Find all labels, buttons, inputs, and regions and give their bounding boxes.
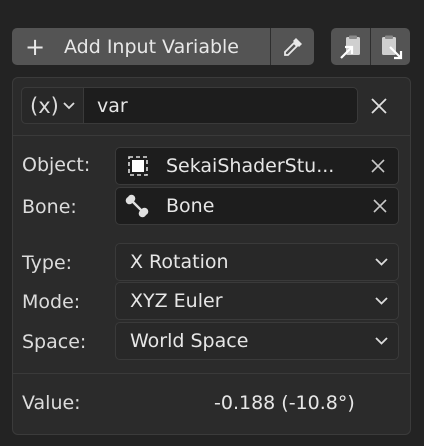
bone-label: Bone: xyxy=(22,196,77,218)
add-input-variable-label: Add Input Variable xyxy=(64,35,239,58)
plus-icon: + xyxy=(24,32,46,61)
chevron-down-icon xyxy=(375,258,388,266)
type-label: Type: xyxy=(22,252,73,274)
object-field[interactable]: SekaiShaderStu... xyxy=(115,147,399,185)
eyedropper-icon xyxy=(283,37,302,56)
chevron-down-icon xyxy=(375,337,388,345)
copy-variables-button[interactable] xyxy=(331,28,371,65)
clear-bone-button[interactable] xyxy=(368,194,392,218)
mode-dropdown[interactable]: XYZ Euler xyxy=(115,282,399,320)
copy-variables-icon xyxy=(339,35,360,59)
type-value: X Rotation xyxy=(130,251,229,273)
paste-variables-icon xyxy=(381,35,402,59)
chevron-down-icon xyxy=(63,101,75,109)
bone-value: Bone xyxy=(166,195,215,217)
remove-variable-button[interactable] xyxy=(366,93,392,119)
space-value: World Space xyxy=(130,330,249,352)
space-label: Space: xyxy=(22,331,87,353)
value-label: Value: xyxy=(22,392,81,414)
value-readout: -0.188 (-10.8°) xyxy=(214,392,355,414)
variable-name-input[interactable]: var xyxy=(85,88,357,123)
mode-value: XYZ Euler xyxy=(130,290,223,312)
object-icon xyxy=(128,156,148,176)
bone-icon xyxy=(125,194,149,218)
variable-type-glyph: (x) xyxy=(30,93,59,118)
close-icon xyxy=(371,159,385,173)
eyedropper-button[interactable] xyxy=(270,28,314,65)
close-icon xyxy=(373,199,387,213)
copy-paste-group xyxy=(331,28,410,65)
variable-type-select[interactable]: (x) xyxy=(21,87,84,124)
divider xyxy=(13,135,410,136)
mode-label: Mode: xyxy=(22,291,81,313)
object-label: Object: xyxy=(22,154,91,176)
bone-field[interactable]: Bone xyxy=(115,187,399,225)
divider xyxy=(13,373,410,374)
paste-variables-button[interactable] xyxy=(371,28,410,65)
type-dropdown[interactable]: X Rotation xyxy=(115,243,399,281)
close-icon xyxy=(371,98,387,114)
add-input-variable-button[interactable]: + Add Input Variable xyxy=(12,28,270,65)
chevron-down-icon xyxy=(375,297,388,305)
object-value: SekaiShaderStu... xyxy=(166,155,335,177)
space-dropdown[interactable]: World Space xyxy=(115,322,399,360)
clear-object-button[interactable] xyxy=(366,154,390,178)
